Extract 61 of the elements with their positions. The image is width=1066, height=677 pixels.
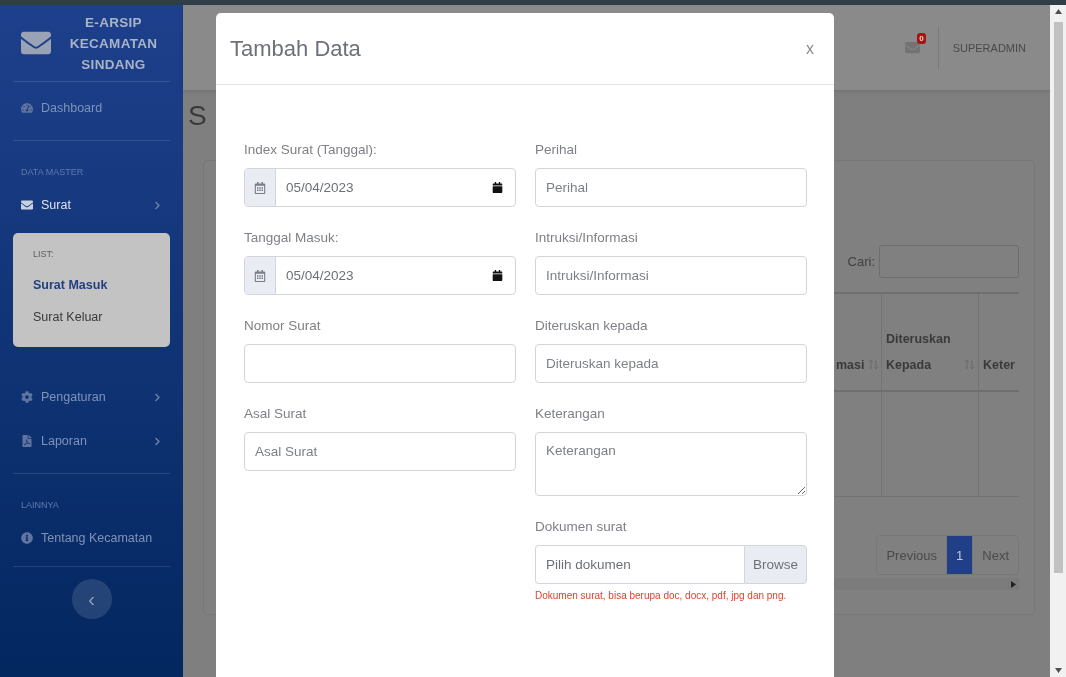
calendar-icon[interactable] bbox=[492, 270, 503, 281]
field-label: Dokumen surat bbox=[535, 518, 628, 536]
brand-text: SINDANG bbox=[81, 55, 146, 74]
nav-item[interactable]: Dashboard bbox=[13, 86, 170, 130]
file-field[interactable]: Pilih dokumen bbox=[535, 545, 744, 584]
calendar-icon[interactable] bbox=[492, 182, 503, 193]
notification-badge: 0 bbox=[917, 33, 926, 44]
text-area[interactable]: Keterangan bbox=[535, 432, 807, 496]
submenu-item[interactable]: Surat Masuk bbox=[13, 269, 170, 301]
field-label: Nomor Surat bbox=[244, 317, 322, 335]
field-label: Intruksi/Informasi bbox=[535, 229, 639, 247]
user-name[interactable]: SUPERADMIN bbox=[952, 41, 1026, 54]
text-field[interactable]: Perihal bbox=[535, 168, 807, 207]
date-field[interactable]: 05/04/2023 bbox=[244, 168, 516, 207]
page-title: S bbox=[188, 100, 208, 133]
column-header[interactable]: Keter bbox=[983, 352, 1015, 378]
modal-title: Tambah Data bbox=[230, 35, 361, 62]
calendar-icon bbox=[254, 181, 266, 194]
text-field[interactable] bbox=[244, 344, 516, 383]
info-icon bbox=[21, 532, 33, 544]
column-header[interactable]: Diteruskan Kepada bbox=[886, 326, 961, 378]
help-text: Dokumen surat, bisa berupa doc, docx, pdf, jpg dan png. bbox=[535, 590, 788, 601]
envelope-icon bbox=[21, 199, 33, 211]
submenu-heading: LIST: bbox=[32, 248, 55, 261]
chevron-icon bbox=[153, 436, 162, 446]
submenu-item[interactable]: Surat Keluar bbox=[13, 301, 170, 333]
page-button[interactable]: 1 bbox=[946, 535, 974, 575]
chevron-icon bbox=[153, 392, 162, 402]
field-label: Perihal bbox=[535, 141, 579, 159]
nav-item[interactable]: Tentang Kecamatan bbox=[13, 516, 170, 560]
calendar-icon bbox=[254, 269, 266, 282]
text-field[interactable]: Diteruskan kepada bbox=[535, 344, 807, 383]
field-label: Tanggal Masuk: bbox=[244, 229, 340, 247]
file-icon bbox=[21, 435, 33, 447]
arrow-icon[interactable] bbox=[1054, 668, 1062, 673]
nav-item[interactable]: Pengaturan bbox=[13, 375, 170, 419]
chevron-icon bbox=[153, 200, 162, 210]
close-button[interactable]: x bbox=[804, 39, 816, 58]
gauge-icon bbox=[21, 102, 33, 114]
envelope-icon[interactable] bbox=[904, 40, 920, 55]
sidebar-toggle[interactable]: ‹ bbox=[71, 579, 112, 619]
column-header[interactable]: masi bbox=[836, 352, 865, 378]
field-label: Asal Surat bbox=[244, 405, 308, 423]
brand-text: E-ARSIP bbox=[85, 13, 142, 32]
browse-button[interactable]: Browse bbox=[744, 545, 807, 584]
gear-icon bbox=[21, 391, 33, 403]
nav-item[interactable]: Laporan bbox=[13, 419, 170, 463]
section-heading: DATA MASTER bbox=[20, 166, 85, 179]
text-field[interactable]: Asal Surat bbox=[244, 432, 516, 471]
arrow-icon[interactable] bbox=[1054, 9, 1062, 14]
field-label: Index Surat (Tanggal): bbox=[244, 141, 378, 159]
arrow-icon[interactable] bbox=[1011, 580, 1016, 588]
nav-item[interactable]: Surat bbox=[13, 183, 170, 227]
search-label: Cari: bbox=[847, 254, 875, 269]
section-heading: LAINNYA bbox=[20, 499, 60, 512]
vertical-scrollbar[interactable] bbox=[1050, 5, 1066, 677]
text-field[interactable]: Intruksi/Informasi bbox=[535, 256, 807, 295]
date-field[interactable]: 05/04/2023 bbox=[244, 256, 516, 295]
field-label: Diteruskan kepada bbox=[535, 317, 649, 335]
field-label: Keterangan bbox=[535, 405, 606, 423]
brand-text: KECAMATAN bbox=[69, 34, 158, 53]
